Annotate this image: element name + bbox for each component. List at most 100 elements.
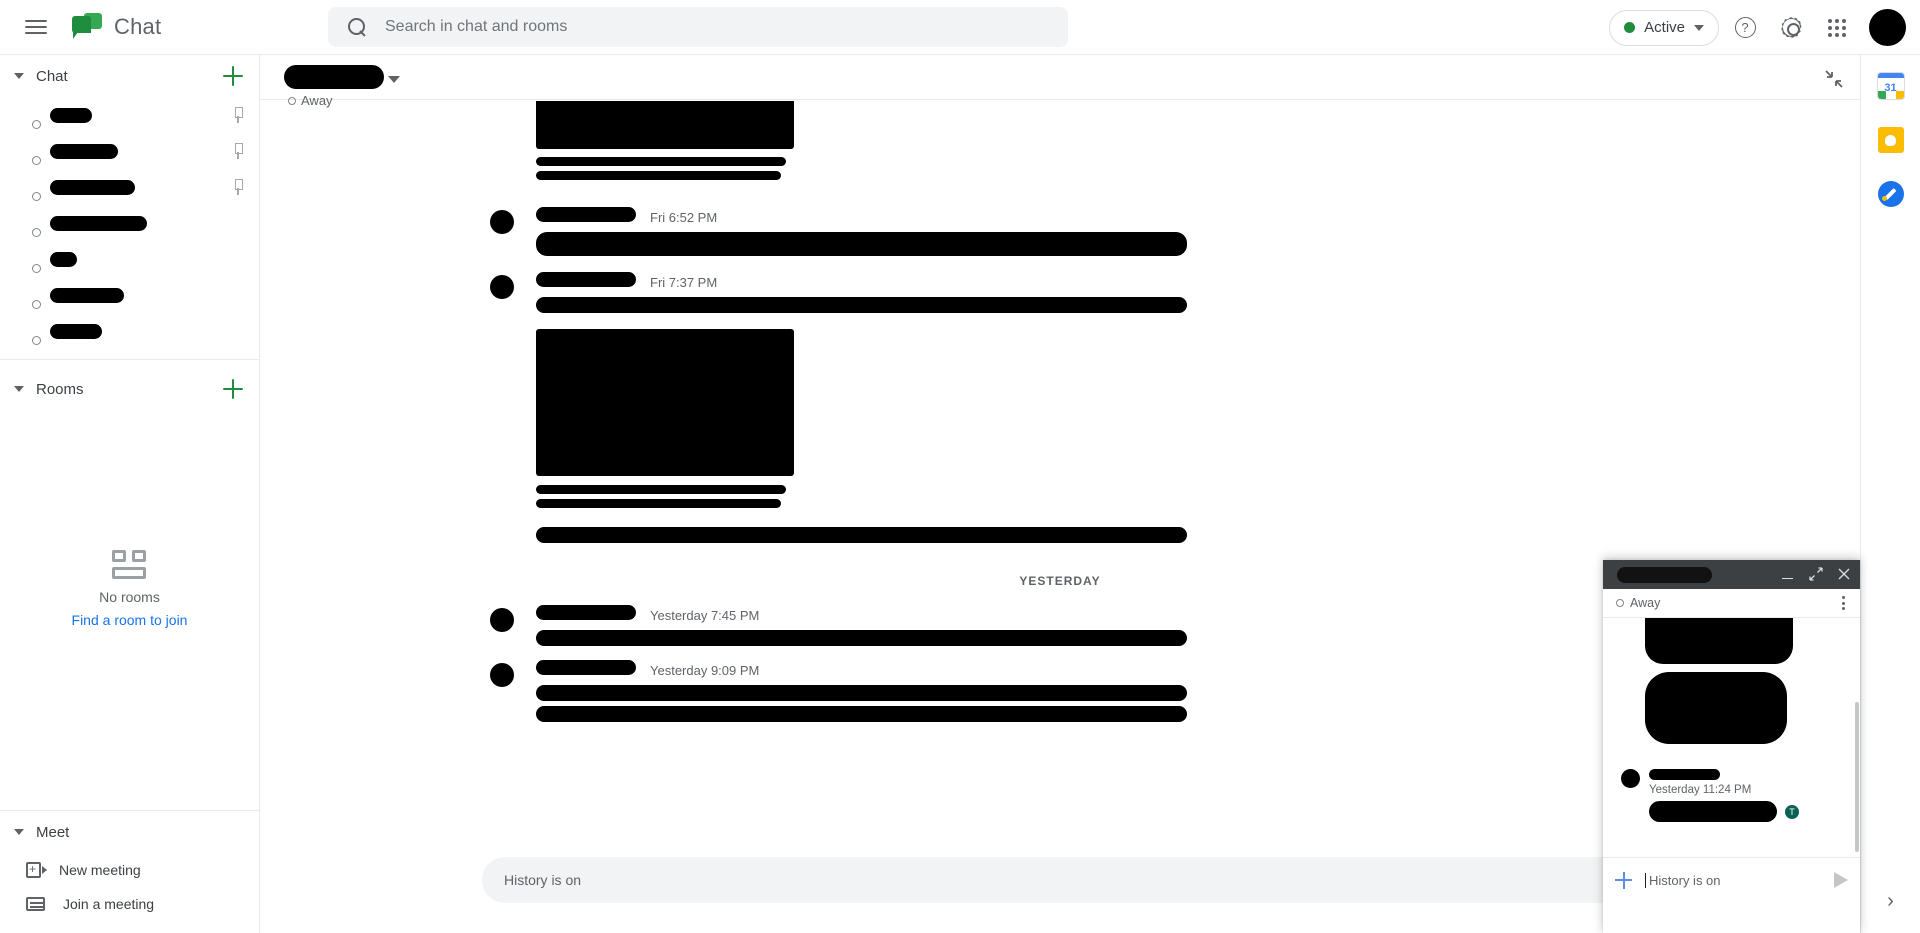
sidebar-chat-item[interactable]: [0, 313, 259, 349]
message-body: [536, 527, 1820, 554]
help-icon: ?: [1734, 17, 1756, 38]
conversation-menu-chevron-icon[interactable]: [388, 76, 400, 83]
collapse-panel-button[interactable]: [1824, 69, 1844, 89]
pin-icon[interactable]: [231, 107, 245, 123]
google-tasks-icon[interactable]: [1877, 181, 1904, 207]
left-sidebar: Chat Rooms No rooms Find a room to join …: [0, 55, 260, 933]
avatar: [1621, 769, 1640, 788]
new-chat-button[interactable]: [221, 64, 245, 88]
close-icon[interactable]: [1837, 567, 1852, 582]
sender-name-redacted: [536, 605, 636, 620]
message-image[interactable]: [536, 329, 794, 476]
kebab-menu-icon[interactable]: [1836, 595, 1850, 611]
chat-item-name-redacted: [50, 251, 77, 267]
expand-rail-button[interactable]: ›: [1887, 890, 1894, 913]
popup-window-controls: [1781, 567, 1852, 582]
rooms-empty-icon: [111, 550, 149, 582]
popup-sender-redacted: [1649, 769, 1720, 780]
conversation-title-redacted: [284, 65, 384, 89]
find-room-link[interactable]: Find a room to join: [72, 612, 188, 628]
sidebar-chat-item[interactable]: [0, 241, 259, 277]
sender-name-redacted: [536, 207, 636, 222]
google-calendar-icon[interactable]: 31: [1877, 73, 1904, 99]
message-text-redacted: [536, 685, 1187, 701]
popup-send-button[interactable]: [1834, 872, 1848, 888]
chevron-down-icon[interactable]: [14, 386, 24, 392]
sidebar-chat-item[interactable]: [0, 97, 259, 133]
search-input[interactable]: [385, 18, 985, 36]
avatar: [490, 608, 514, 632]
avatar: [14, 283, 41, 309]
main-menu-button[interactable]: [12, 3, 60, 51]
settings-button[interactable]: [1771, 8, 1811, 48]
avatar: [490, 332, 514, 356]
google-keep-icon[interactable]: [1877, 127, 1904, 153]
side-app-rail: 31 ›: [1860, 55, 1920, 933]
popup-message-bubble: [1645, 672, 1787, 744]
message-text-redacted: [536, 157, 786, 166]
search-box[interactable]: [328, 7, 1068, 47]
avatar: [490, 663, 514, 687]
video-camera-add-icon: [26, 861, 47, 878]
popup-message-list: Yesterday 11:24 PM T: [1603, 618, 1860, 858]
popup-title-bar[interactable]: [1603, 560, 1860, 589]
popup-composer-placeholder[interactable]: History is on: [1645, 872, 1821, 888]
message-body: Fri 7:37 PM: [536, 272, 1820, 313]
chevron-down-icon[interactable]: [14, 829, 24, 835]
plus-icon[interactable]: [1615, 871, 1632, 889]
avatar: [490, 210, 514, 234]
search-container: [328, 7, 1068, 47]
popup-composer: History is on: [1603, 858, 1860, 902]
sidebar-chat-item[interactable]: [0, 133, 259, 169]
avatar: [14, 103, 41, 129]
collapse-diagonal-icon: [1825, 70, 1843, 88]
message-image[interactable]: [536, 101, 794, 149]
message-text-redacted: [536, 630, 1187, 646]
no-rooms-text: No rooms: [99, 589, 160, 605]
google-apps-button[interactable]: [1817, 8, 1857, 48]
sidebar-item-join-meeting[interactable]: Join a meeting: [0, 887, 259, 921]
brand-home-link[interactable]: Chat: [72, 12, 161, 42]
message-meta: Fri 7:37 PM: [536, 272, 1820, 290]
message-text-redacted: [536, 527, 1187, 543]
expand-icon[interactable]: [1809, 567, 1824, 582]
minimize-icon[interactable]: [1781, 567, 1796, 582]
chat-item-name-redacted: [50, 143, 118, 159]
gear-icon: [1781, 17, 1802, 38]
message-text-redacted: [536, 171, 781, 180]
avatar: [14, 139, 41, 165]
sidebar-item-new-meeting[interactable]: New meeting: [0, 853, 259, 887]
sidebar-chat-item[interactable]: [0, 205, 259, 241]
message-text-redacted: [536, 232, 1187, 256]
presence-status-button[interactable]: Active: [1609, 9, 1719, 46]
message-timestamp: Yesterday 7:45 PM: [650, 608, 760, 623]
account-avatar[interactable]: [1869, 9, 1906, 46]
pin-icon[interactable]: [231, 179, 245, 195]
sidebar-chat-item[interactable]: [0, 277, 259, 313]
message-timestamp: Yesterday 9:09 PM: [650, 663, 760, 678]
popup-status-label: Away: [1630, 596, 1661, 610]
status-dot-icon: [1624, 22, 1636, 33]
rooms-empty-state: No rooms Find a room to join: [0, 550, 259, 628]
google-chat-app: Chat Active ?: [0, 0, 1920, 933]
avatar: [14, 247, 41, 273]
pin-icon[interactable]: [231, 143, 245, 159]
hamburger-icon: [25, 16, 47, 38]
message-body: Fri 6:52 PM: [536, 207, 1820, 256]
popup-scrollbar[interactable]: [1855, 702, 1859, 852]
chat-list: [0, 97, 259, 349]
sidebar-chat-item[interactable]: [0, 169, 259, 205]
message-item: [260, 101, 1860, 180]
message-item: [260, 329, 1860, 508]
chat-section-header: Chat: [0, 55, 259, 97]
message-timestamp: Fri 7:37 PM: [650, 275, 718, 290]
popup-title-redacted: [1617, 566, 1712, 583]
help-button[interactable]: ?: [1725, 8, 1765, 48]
new-room-button[interactable]: [221, 377, 245, 401]
message-item: [260, 527, 1860, 554]
new-meeting-label: New meeting: [59, 862, 141, 878]
chevron-down-icon[interactable]: [14, 73, 24, 79]
avatar: [14, 211, 41, 237]
rooms-section-title: Rooms: [36, 380, 84, 398]
popup-message-text-redacted: [1649, 801, 1777, 822]
